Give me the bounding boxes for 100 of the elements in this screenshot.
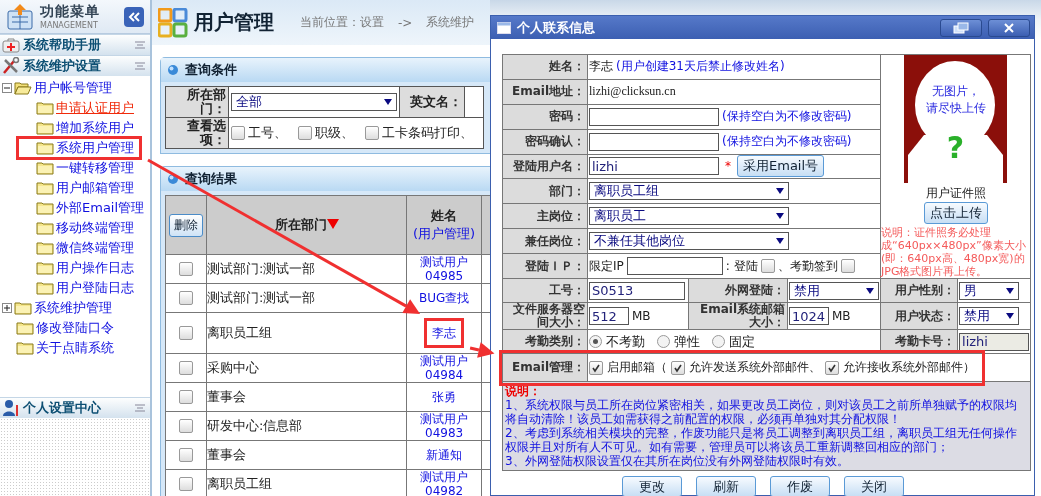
close-button[interactable] [988, 18, 1030, 37]
department-cell: 离职员工组 [206, 312, 407, 354]
dropdown[interactable]: 不兼任其他岗位 [589, 232, 789, 251]
menu-item[interactable]: 用户邮箱管理 [56, 179, 134, 197]
menu-item[interactable]: 关于点睛系统 [36, 339, 114, 357]
folder-icon [36, 261, 54, 275]
checkbox[interactable] [231, 126, 245, 140]
radio-button[interactable] [657, 335, 670, 348]
dropdown[interactable]: 禁用 [959, 307, 1019, 325]
action-button[interactable]: 刷新 [695, 476, 756, 496]
expand-icon[interactable] [2, 303, 12, 313]
checkbox[interactable] [671, 360, 685, 375]
dropdown-caret-icon [1006, 287, 1014, 294]
field-label: 登陆ＩＰ： [502, 253, 588, 279]
collapse-button[interactable] [124, 6, 144, 27]
checkbox[interactable] [178, 361, 193, 376]
menu-item[interactable]: 移动终端管理 [56, 219, 134, 237]
handle-icon [134, 40, 146, 50]
action-button[interactable]: 更改 [621, 476, 682, 496]
dropdown[interactable]: 男 [959, 281, 1019, 300]
upload-button[interactable]: 点击上传 [923, 202, 988, 224]
menu-item[interactable]: 系统用户管理 [56, 139, 134, 157]
dropdown[interactable]: 禁用 [789, 281, 879, 300]
checkbox[interactable] [589, 360, 603, 375]
section-header[interactable]: 系统帮助手册 [0, 34, 150, 55]
checkbox[interactable] [298, 126, 312, 140]
placeholder-text: 请尽快上传 [925, 100, 986, 117]
collapse-icon[interactable] [2, 83, 12, 93]
dropdown[interactable]: 离职员工组 [589, 182, 789, 201]
input-field[interactable]: 1024 [789, 307, 829, 325]
menu-item[interactable]: 用户登陆日志 [56, 279, 134, 297]
menu-item[interactable]: 修改登陆口令 [36, 319, 114, 337]
user-management-link[interactable]: (用户管理) [407, 225, 481, 243]
field-prefix: 限定IP [589, 257, 624, 275]
checkbox-label: 、考勤签到 [777, 257, 838, 275]
field-label: Email管理： [502, 353, 588, 382]
note-text: 1、系统权限与员工所在岗位紧密相关，如果更改员工岗位，则对该员工之前所单独赋予的权限均将自动清除！该员工如需获得之前配置的权限，必须再单独对其分配权限！ [505, 398, 1018, 426]
delete-button[interactable]: 删除 [168, 213, 203, 237]
breadcrumb-text: 当前位置：设置 [300, 14, 384, 31]
field-label: 密码确认： [502, 129, 588, 154]
action-button[interactable]: 作废 [769, 476, 830, 496]
menu-item[interactable]: 增加系统用户 [56, 119, 134, 137]
dropdown[interactable]: 全部 [231, 93, 397, 111]
unit-label: MB [832, 309, 851, 323]
menu-item[interactable]: 用户操作日志 [56, 259, 134, 277]
restore-icon [953, 21, 969, 34]
field-label: 兼任岗位： [502, 228, 588, 254]
checkbox[interactable] [178, 390, 193, 405]
dropdown-caret-icon [776, 238, 784, 245]
input-field[interactable] [589, 132, 719, 151]
checkbox[interactable] [178, 262, 193, 277]
checkbox[interactable] [178, 291, 193, 306]
menu-subtitle: MANAGEMENT [40, 21, 99, 30]
menu-item[interactable]: 申请认证用户 [56, 99, 134, 117]
field-label: 部门： [502, 178, 588, 204]
section-header[interactable]: 系统维护设置 [0, 55, 150, 76]
folder-icon [16, 321, 34, 335]
checkbox[interactable] [178, 419, 193, 434]
checkbox[interactable] [365, 126, 379, 140]
radio-button[interactable] [589, 335, 602, 348]
dropdown[interactable]: 离职员工 [589, 207, 789, 226]
restore-button[interactable] [940, 18, 982, 37]
placeholder-text: 无图片， [931, 83, 980, 100]
checkbox-label: 启用邮箱（ [607, 359, 667, 376]
checkbox[interactable] [178, 448, 193, 463]
input-field[interactable]: 512 [589, 307, 629, 325]
checkbox[interactable] [178, 477, 193, 492]
checkbox[interactable] [840, 259, 855, 273]
menu-item[interactable]: 微信终端管理 [56, 239, 134, 257]
folder-icon [36, 141, 54, 155]
name-value: 李志 [589, 58, 613, 76]
checkbox[interactable] [178, 326, 193, 341]
required-mark: * [725, 159, 731, 174]
input-field[interactable]: lizhi [589, 157, 719, 176]
user-name-link[interactable]: 李志 [432, 326, 457, 340]
bullet-icon [167, 173, 179, 185]
breadcrumb-text: -> [398, 15, 413, 30]
action-button[interactable]: 关闭 [843, 476, 904, 496]
unit-label: MB [632, 309, 651, 323]
user-name-link[interactable]: 张勇 [432, 390, 457, 404]
menu-item[interactable]: 外部Email管理 [56, 199, 145, 217]
menu-item[interactable]: 一键转移管理 [56, 159, 134, 177]
checkbox[interactable] [760, 259, 775, 273]
input-field[interactable] [626, 257, 723, 275]
input-field[interactable]: S0513 [589, 281, 685, 300]
dropdown-caret-icon [776, 188, 784, 195]
field-label: 英文名： [399, 86, 465, 118]
field-label: 所在部门： [165, 86, 229, 118]
menu-item[interactable]: 用户帐号管理 [34, 79, 112, 97]
panel-title: 查询结果 [185, 170, 237, 188]
menu-item[interactable]: 系统维护管理 [34, 299, 112, 317]
use-email-button[interactable]: 采用Email号 [737, 155, 825, 178]
field-label: Email地址： [502, 79, 588, 105]
radio-button[interactable] [712, 335, 725, 348]
section-header[interactable]: 个人设置中心 [0, 397, 150, 418]
column-header: 姓名 [431, 208, 458, 223]
input-field[interactable] [589, 107, 719, 126]
field-label: 主岗位： [502, 203, 588, 229]
checkbox[interactable] [825, 360, 839, 375]
checkbox-label: : 登陆 [725, 257, 758, 275]
